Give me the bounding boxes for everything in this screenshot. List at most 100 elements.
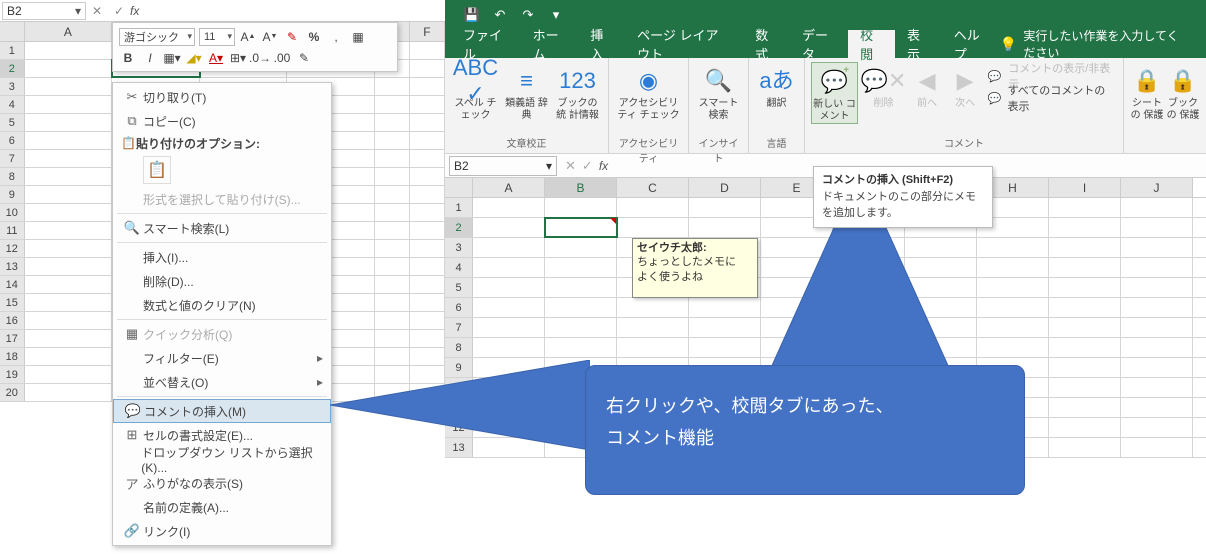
fx-icon[interactable]: fx <box>599 159 608 173</box>
translate-button[interactable]: aあ翻訳 <box>755 62 798 135</box>
tab-formulas[interactable]: 数式 <box>743 30 790 58</box>
cell[interactable] <box>25 114 113 131</box>
ctx-dropdown-list[interactable]: ドロップダウン リストから選択(K)... <box>113 447 331 471</box>
cell[interactable] <box>1049 358 1121 377</box>
row-header[interactable]: 5 <box>0 114 25 131</box>
name-box-right[interactable]: B2▾ <box>449 156 557 176</box>
tab-review[interactable]: 校閲 <box>848 30 895 58</box>
format-icon[interactable]: ✎ <box>295 49 313 67</box>
cell[interactable] <box>25 78 113 95</box>
increase-font-icon[interactable]: A▲ <box>239 28 257 46</box>
cell[interactable] <box>410 222 445 239</box>
row-header[interactable]: 9 <box>0 186 25 203</box>
cell[interactable] <box>375 132 410 149</box>
row-header[interactable]: 18 <box>0 348 25 365</box>
cell[interactable] <box>375 204 410 221</box>
row-header[interactable]: 3 <box>445 238 473 257</box>
cell[interactable] <box>410 204 445 221</box>
cell[interactable] <box>545 278 617 297</box>
tab-home[interactable]: ホーム <box>521 30 579 58</box>
show-all-comments[interactable]: 💬すべてのコメントの表示 <box>987 88 1115 108</box>
spell-check-button[interactable]: ABC✓スペル チェック <box>451 62 500 135</box>
cell[interactable] <box>977 318 1049 337</box>
col-header[interactable]: A <box>25 22 113 41</box>
cell[interactable] <box>375 96 410 113</box>
cell[interactable] <box>977 278 1049 297</box>
ctx-filter[interactable]: フィルター(E)▸ <box>113 346 331 370</box>
col-header[interactable]: F <box>410 22 445 41</box>
cell[interactable] <box>410 96 445 113</box>
cell[interactable] <box>1049 218 1121 237</box>
col-header[interactable]: B <box>545 178 617 197</box>
cell[interactable] <box>1121 278 1193 297</box>
cell[interactable] <box>25 60 113 77</box>
row-header[interactable]: 1 <box>0 42 25 59</box>
cell[interactable] <box>545 238 617 257</box>
ctx-copy[interactable]: ⧉コピー(C) <box>113 109 331 133</box>
select-all-corner[interactable] <box>445 178 473 197</box>
row-header[interactable]: 10 <box>0 204 25 221</box>
cell[interactable] <box>617 298 689 317</box>
cell[interactable] <box>977 338 1049 357</box>
cell[interactable] <box>1121 238 1193 257</box>
row-header[interactable]: 4 <box>0 96 25 113</box>
cell-comment[interactable]: セイウチ太郎: ちょっとしたメモに よく使うよね <box>632 238 758 298</box>
cell[interactable] <box>410 186 445 203</box>
ctx-furigana[interactable]: アふりがなの表示(S) <box>113 471 331 495</box>
cell[interactable] <box>25 294 113 311</box>
cell[interactable] <box>1049 258 1121 277</box>
row-header[interactable]: 20 <box>0 384 25 401</box>
cell[interactable] <box>410 276 445 293</box>
italic-icon[interactable]: I <box>141 49 159 67</box>
row-header[interactable]: 12 <box>0 240 25 257</box>
cell[interactable] <box>25 384 113 401</box>
cell[interactable] <box>1121 198 1193 217</box>
cell[interactable] <box>375 222 410 239</box>
cell[interactable] <box>1049 298 1121 317</box>
cell[interactable] <box>375 168 410 185</box>
cell[interactable] <box>25 276 113 293</box>
row-header[interactable]: 6 <box>445 298 473 317</box>
decrease-font-icon[interactable]: A▼ <box>261 28 279 46</box>
cell[interactable] <box>1049 278 1121 297</box>
cell[interactable] <box>25 366 113 383</box>
redo-icon[interactable]: ↷ <box>517 4 539 26</box>
ctx-clear[interactable]: 数式と値のクリア(N) <box>113 293 331 317</box>
tab-data[interactable]: データ <box>790 30 848 58</box>
cell[interactable] <box>617 218 689 237</box>
row-header[interactable]: 2 <box>445 218 473 237</box>
cell[interactable] <box>410 294 445 311</box>
cell[interactable] <box>375 240 410 257</box>
cell[interactable] <box>1121 218 1193 237</box>
cell[interactable] <box>1049 318 1121 337</box>
ctx-define-name[interactable]: 名前の定義(A)... <box>113 495 331 519</box>
cell[interactable] <box>1049 198 1121 217</box>
cell[interactable] <box>410 42 445 59</box>
cell[interactable] <box>1121 298 1193 317</box>
cell[interactable] <box>545 318 617 337</box>
cell[interactable] <box>25 312 113 329</box>
cell[interactable] <box>1121 358 1193 377</box>
cell[interactable] <box>25 186 113 203</box>
smart-lookup-button[interactable]: 🔍スマート 検索 <box>695 62 742 135</box>
ctx-cut[interactable]: ✂切り取り(T) <box>113 85 331 109</box>
cell[interactable] <box>375 114 410 131</box>
row-header[interactable]: 19 <box>0 366 25 383</box>
cell[interactable] <box>473 278 545 297</box>
cell[interactable] <box>410 258 445 275</box>
ctx-insert[interactable]: 挿入(I)... <box>113 245 331 269</box>
cell[interactable] <box>25 42 113 59</box>
row-header[interactable]: 8 <box>0 168 25 185</box>
cell[interactable] <box>25 258 113 275</box>
cell[interactable] <box>1049 398 1121 417</box>
col-header[interactable]: J <box>1121 178 1193 197</box>
save-icon[interactable]: 💾 <box>461 4 483 26</box>
cell[interactable] <box>617 338 689 357</box>
undo-icon[interactable]: ↶ <box>489 4 511 26</box>
cell[interactable] <box>25 348 113 365</box>
row-header[interactable]: 17 <box>0 330 25 347</box>
tell-me-box[interactable]: 💡実行したい作業を入力してください <box>1000 27 1200 61</box>
thesaurus-button[interactable]: ≡類義語 辞典 <box>502 62 551 135</box>
borders-icon[interactable]: ⊞▾ <box>229 49 247 67</box>
row-header[interactable]: 1 <box>445 198 473 217</box>
